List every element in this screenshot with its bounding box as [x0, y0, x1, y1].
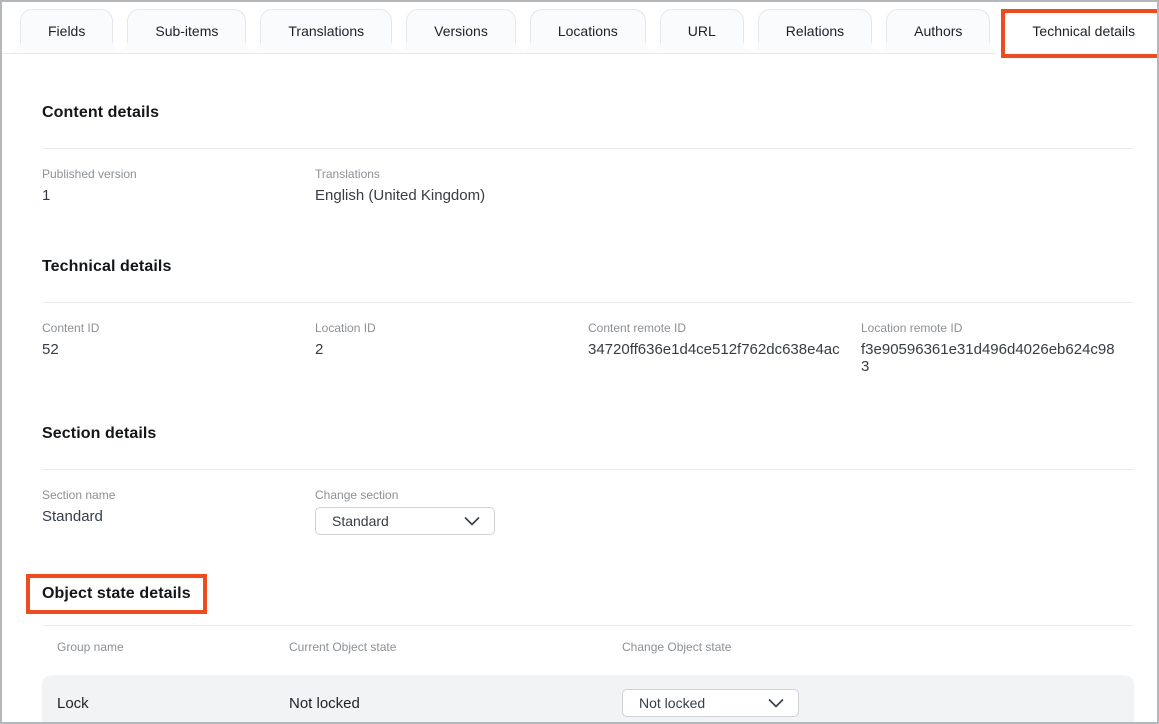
- tab-translations[interactable]: Translations: [260, 9, 392, 53]
- field-translations: Translations English (United Kingdom): [315, 167, 588, 204]
- field-change-section: Change section Standard: [315, 488, 588, 535]
- column-header-group-name: Group name: [57, 640, 289, 654]
- column-header-current-object-state: Current Object state: [289, 640, 622, 654]
- tab-authors[interactable]: Authors: [886, 9, 990, 53]
- tab-label: Relations: [786, 23, 844, 39]
- field-label: Section name: [42, 488, 315, 502]
- field-value: 34720ff636e1d4ce512f762dc638e4ac: [588, 341, 861, 358]
- change-section-select[interactable]: Standard: [315, 507, 495, 535]
- content-tab-bar: Fields Sub-items Translations Versions L…: [2, 2, 1157, 54]
- tab-url[interactable]: URL: [660, 9, 744, 53]
- content-details-grid: Published version 1 Translations English…: [42, 167, 1134, 204]
- object-state-table: Group name Current Object state Change O…: [42, 625, 1134, 724]
- tab-fields[interactable]: Fields: [20, 9, 113, 53]
- tab-label: URL: [688, 23, 716, 39]
- field-label: Content ID: [42, 321, 315, 335]
- table-row: Lock Not locked Not locked: [42, 675, 1134, 724]
- tab-panel-technical-details: Content details Published version 1 Tran…: [2, 104, 1157, 724]
- field-value: Standard: [42, 508, 315, 525]
- cell-group-name: Lock: [57, 695, 289, 712]
- field-section-name: Section name Standard: [42, 488, 315, 535]
- field-value: 2: [315, 341, 588, 358]
- field-value: f3e90596361e31d496d4026eb624c983: [861, 341, 1134, 375]
- section-details-grid: Section name Standard Change section Sta…: [42, 488, 1134, 535]
- field-label: Location ID: [315, 321, 588, 335]
- tab-label: Locations: [558, 23, 618, 39]
- divider: [42, 302, 1134, 303]
- tab-technical-details[interactable]: Technical details: [1004, 9, 1159, 54]
- field-label: Published version: [42, 167, 315, 181]
- selected-option-label: Standard: [332, 513, 389, 529]
- tab-label: Translations: [288, 23, 364, 39]
- object-state-details-heading: Object state details: [26, 574, 207, 614]
- field-value: English (United Kingdom): [315, 187, 588, 204]
- chevron-down-icon: [464, 513, 480, 529]
- technical-details-grid: Content ID 52 Location ID 2 Content remo…: [42, 321, 1134, 375]
- tab-label: Technical details: [1032, 23, 1135, 39]
- section-details-heading: Section details: [42, 425, 1134, 443]
- field-content-id: Content ID 52: [42, 321, 315, 375]
- content-details-heading: Content details: [42, 104, 1134, 122]
- tab-label: Fields: [48, 23, 85, 39]
- tab-sub-items[interactable]: Sub-items: [127, 9, 246, 53]
- field-label: Translations: [315, 167, 588, 181]
- tab-label: Sub-items: [155, 23, 218, 39]
- divider: [42, 469, 1134, 470]
- technical-details-page: Fields Sub-items Translations Versions L…: [0, 0, 1159, 724]
- field-published-version: Published version 1: [42, 167, 315, 204]
- tab-versions[interactable]: Versions: [406, 9, 516, 53]
- selected-option-label: Not locked: [639, 695, 705, 711]
- tab-locations[interactable]: Locations: [530, 9, 646, 53]
- change-object-state-select[interactable]: Not locked: [622, 689, 799, 717]
- field-label: Change section: [315, 488, 588, 502]
- field-value: 52: [42, 341, 315, 358]
- divider: [42, 148, 1134, 149]
- tab-relations[interactable]: Relations: [758, 9, 872, 53]
- table-header-row: Group name Current Object state Change O…: [42, 625, 1134, 667]
- column-header-change-object-state: Change Object state: [622, 640, 1119, 654]
- field-label: Content remote ID: [588, 321, 861, 335]
- field-location-remote-id: Location remote ID f3e90596361e31d496d40…: [861, 321, 1134, 375]
- field-label: Location remote ID: [861, 321, 1134, 335]
- field-content-remote-id: Content remote ID 34720ff636e1d4ce512f76…: [588, 321, 861, 375]
- chevron-down-icon: [768, 695, 784, 711]
- field-location-id: Location ID 2: [315, 321, 588, 375]
- cell-current-object-state: Not locked: [289, 695, 622, 712]
- field-value: 1: [42, 187, 315, 204]
- tab-label: Versions: [434, 23, 488, 39]
- tab-label: Authors: [914, 23, 962, 39]
- technical-details-heading: Technical details: [42, 258, 1134, 276]
